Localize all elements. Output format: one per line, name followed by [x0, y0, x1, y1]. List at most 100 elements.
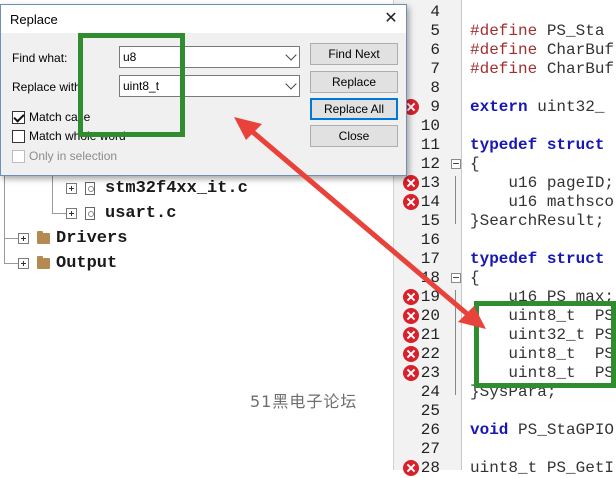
- code-line[interactable]: 8: [394, 79, 616, 98]
- code-line[interactable]: 18 {: [394, 269, 616, 288]
- line-number: 6: [430, 41, 440, 59]
- error-icon[interactable]: [403, 365, 419, 381]
- c-file-icon: [85, 206, 95, 220]
- tree-line: [4, 263, 18, 264]
- tree-item-label: Output: [56, 253, 118, 273]
- dialog-close-icon[interactable]: ✕: [376, 5, 406, 33]
- watermark-text: 51黑电子论坛: [250, 392, 358, 411]
- code-line[interactable]: 4: [394, 3, 616, 22]
- code-line[interactable]: 10: [394, 117, 616, 136]
- code-text: u16 pageID;: [470, 174, 615, 192]
- collapse-icon[interactable]: [451, 159, 461, 169]
- code-line[interactable]: 26 void PS_StaGPIO: [394, 421, 616, 440]
- code-text: typedef struct: [470, 250, 605, 268]
- collapse-icon[interactable]: [451, 273, 461, 283]
- line-number: 25: [420, 402, 440, 420]
- tree-line: [4, 168, 5, 264]
- line-number: 8: [430, 79, 440, 97]
- code-line[interactable]: 12 {: [394, 155, 616, 174]
- code-line[interactable]: 28 uint8_t PS_GetI: [394, 459, 616, 478]
- line-number: 21: [420, 326, 440, 344]
- tree-line: [4, 238, 18, 239]
- code-text: uint8_t PS_GetI: [470, 459, 615, 477]
- line-number: 15: [420, 212, 440, 230]
- code-line[interactable]: 13 u16 pageID;: [394, 174, 616, 193]
- line-number: 22: [420, 345, 440, 363]
- line-number: 13: [420, 174, 440, 192]
- code-line[interactable]: 16: [394, 231, 616, 250]
- line-number: 14: [420, 193, 440, 211]
- checkbox-disabled-icon: [12, 149, 25, 163]
- checkbox-icon[interactable]: [12, 129, 25, 143]
- checkbox-checked-icon[interactable]: [12, 110, 25, 124]
- code-line[interactable]: 25: [394, 402, 616, 421]
- code-text: #define PS_Sta: [470, 22, 605, 40]
- input-highlight-box: [78, 33, 185, 137]
- code-line[interactable]: 17 typedef struct: [394, 250, 616, 269]
- code-line[interactable]: 27: [394, 440, 616, 459]
- code-text: extern uint32_: [470, 98, 605, 116]
- code-line[interactable]: 11 typedef struct: [394, 136, 616, 155]
- expand-icon[interactable]: [66, 207, 77, 219]
- code-text: #define CharBuf: [470, 41, 615, 59]
- folder-icon: [37, 255, 50, 269]
- code-text: u16 mathsco: [470, 193, 615, 211]
- line-number: 20: [420, 307, 440, 325]
- expand-icon[interactable]: [18, 232, 29, 244]
- line-number: 28: [420, 459, 440, 477]
- code-line[interactable]: 9 extern uint32_: [394, 98, 616, 117]
- code-line[interactable]: 14 u16 mathsco: [394, 193, 616, 212]
- expand-icon[interactable]: [18, 257, 29, 269]
- code-line[interactable]: 5 #define PS_Sta: [394, 22, 616, 41]
- replace-button[interactable]: Replace: [310, 71, 398, 93]
- chevron-down-icon[interactable]: [285, 78, 297, 90]
- dialog-titlebar[interactable]: Replace ✕: [1, 5, 406, 33]
- code-line[interactable]: 15 }SearchResult;: [394, 212, 616, 231]
- line-number: 10: [420, 117, 440, 135]
- code-line[interactable]: 7 #define CharBuf: [394, 60, 616, 79]
- line-number: 9: [430, 98, 440, 116]
- line-number: 12: [420, 155, 440, 173]
- line-number: 5: [430, 22, 440, 40]
- code-text: {: [470, 155, 480, 173]
- only-in-selection-label: Only in selection: [29, 149, 118, 163]
- line-number: 18: [420, 269, 440, 287]
- tree-item-output[interactable]: Output: [18, 251, 117, 275]
- error-icon[interactable]: [403, 327, 419, 343]
- replace-all-button[interactable]: Replace All: [310, 98, 398, 120]
- tree-item-stm32f4xx-it[interactable]: stm32f4xx_it.c: [66, 176, 248, 200]
- replace-dialog: Replace ✕ Find what: u8 Replace with uin…: [0, 4, 407, 176]
- code-editor[interactable]: 4 5 #define PS_Sta 6 #define CharBuf 7 #define…: [393, 0, 616, 477]
- line-number: 16: [420, 231, 440, 249]
- find-what-label: Find what:: [12, 51, 68, 65]
- replace-with-label: Replace with: [12, 80, 81, 94]
- line-number: 27: [420, 440, 440, 458]
- tree-item-usart[interactable]: usart.c: [66, 201, 176, 225]
- code-text: {: [470, 269, 480, 287]
- code-line[interactable]: 6 #define CharBuf: [394, 41, 616, 60]
- find-next-button[interactable]: Find Next: [310, 43, 398, 65]
- line-number: 24: [420, 383, 440, 401]
- chevron-down-icon[interactable]: [285, 49, 297, 61]
- code-highlight-box: [474, 301, 616, 388]
- expand-icon[interactable]: [66, 182, 77, 194]
- only-in-selection-checkbox: Only in selection: [12, 149, 117, 163]
- error-icon[interactable]: [403, 460, 419, 476]
- line-number: 17: [420, 250, 440, 268]
- c-file-icon: [85, 181, 95, 195]
- line-number: 19: [420, 288, 440, 306]
- tree-item-label: Drivers: [56, 228, 128, 248]
- code-text: #define CharBuf: [470, 60, 615, 78]
- tree-item-label: stm32f4xx_it.c: [105, 178, 248, 198]
- tree-item-drivers[interactable]: Drivers: [18, 226, 127, 250]
- code-text: }SearchResult;: [470, 212, 605, 230]
- error-icon[interactable]: [403, 308, 419, 324]
- line-number: 23: [420, 364, 440, 382]
- line-number: 11: [420, 136, 440, 154]
- error-icon[interactable]: [403, 175, 419, 191]
- error-icon[interactable]: [403, 289, 419, 305]
- line-number: 26: [420, 421, 440, 439]
- error-icon[interactable]: [403, 346, 419, 362]
- error-icon[interactable]: [403, 194, 419, 210]
- close-button[interactable]: Close: [310, 125, 398, 147]
